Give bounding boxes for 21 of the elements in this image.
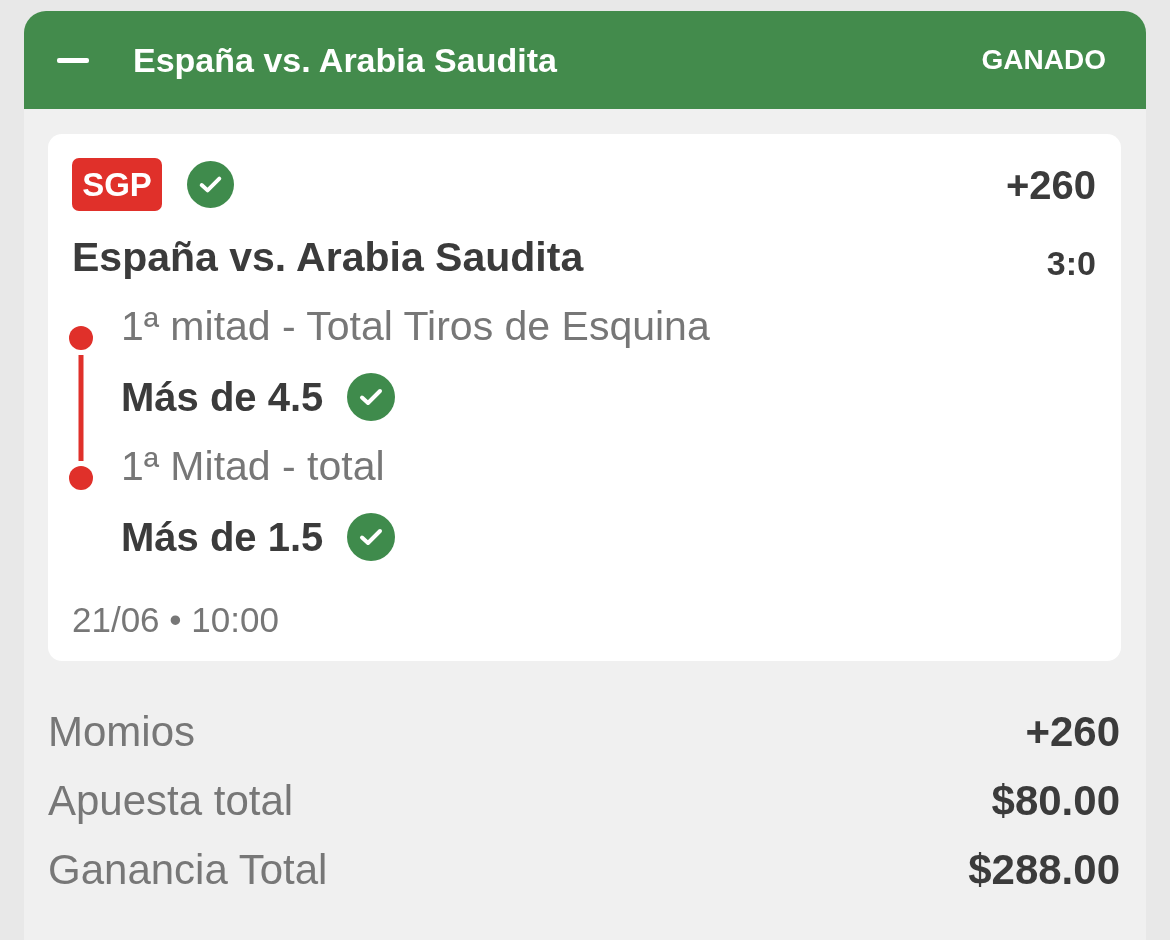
match-score: 3:0: [1046, 242, 1096, 284]
bet-header[interactable]: España vs. Arabia Saudita GANADO: [24, 11, 1146, 109]
timeline-dot: [69, 326, 93, 350]
status-label: GANADO: [981, 43, 1106, 77]
summary-value: $80.00: [991, 776, 1120, 826]
summary-label: Ganancia Total: [48, 845, 328, 895]
summary-value: $288.00: [968, 845, 1120, 895]
summary-value: +260: [1025, 707, 1120, 757]
match-datetime: 21/06 • 10:00: [72, 598, 279, 641]
header-title: España vs. Arabia Saudita: [133, 39, 557, 81]
summary-label: Momios: [48, 707, 196, 757]
minus-icon[interactable]: [57, 57, 89, 63]
sgp-badge: SGP: [72, 158, 162, 211]
odds-value: +260: [1005, 161, 1096, 209]
market-name: 1ª Mitad - total: [121, 442, 385, 492]
timeline-dot: [69, 466, 93, 490]
match-title: España vs. Arabia Saudita: [72, 233, 584, 283]
summary-label: Apuesta total: [48, 776, 294, 826]
market-name: 1ª mitad - Total Tiros de Esquina: [121, 302, 710, 352]
selection-label: Más de 1.5: [121, 514, 324, 561]
selection-label: Más de 4.5: [121, 374, 324, 421]
